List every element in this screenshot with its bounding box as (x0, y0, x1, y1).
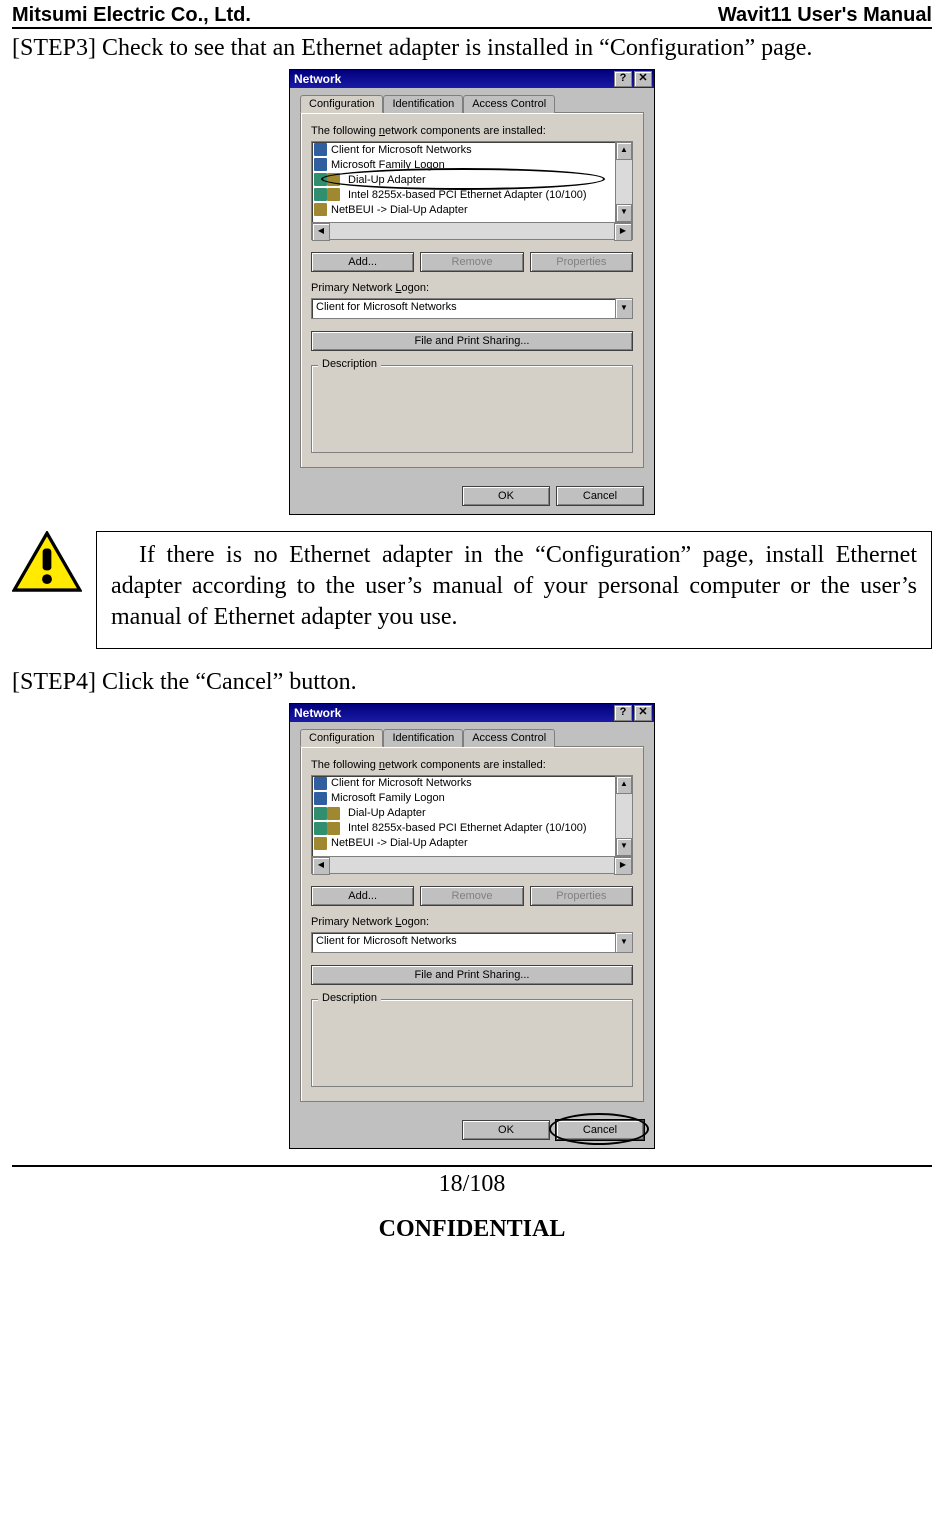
scroll-right-icon[interactable]: ▶ (614, 223, 632, 241)
dialog-title: Network (294, 72, 341, 86)
client-icon (314, 792, 327, 805)
list-item[interactable]: NetBEUI -> Dial-Up Adapter (312, 836, 615, 851)
scroll-down-icon[interactable]: ▼ (616, 838, 632, 856)
cancel-button[interactable]: Cancel (556, 486, 644, 506)
description-label: Description (318, 358, 381, 370)
note-box: If there is no Ethernet adapter in the “… (96, 531, 932, 649)
remove-button[interactable]: Remove (420, 886, 523, 906)
list-scrollbar[interactable]: ▲ ▼ (615, 776, 632, 856)
chevron-down-icon[interactable]: ▼ (615, 299, 632, 318)
list-scrollbar[interactable]: ▲ ▼ (615, 142, 632, 222)
client-icon (314, 143, 327, 156)
list-item[interactable]: Client for Microsoft Networks (312, 142, 615, 157)
primary-logon-combo[interactable]: Client for Microsoft Networks ▼ (311, 932, 633, 953)
network-dialog-2: Network ? ✕ Configuration Identification… (289, 703, 655, 1149)
logon-label: Primary Network Logon: (311, 282, 633, 294)
add-button[interactable]: Add... (311, 886, 414, 906)
properties-button[interactable]: Properties (530, 252, 633, 272)
components-label: The following network components are ins… (311, 125, 633, 137)
description-label: Description (318, 992, 381, 1004)
header-right: Wavit11 User's Manual (718, 4, 932, 27)
list-item[interactable]: Dial-Up Adapter (312, 806, 615, 821)
confidential-label: CONFIDENTIAL (12, 1216, 932, 1243)
list-item[interactable]: NetBEUI -> Dial-Up Adapter (312, 202, 615, 217)
scroll-down-icon[interactable]: ▼ (616, 204, 632, 222)
file-print-sharing-button[interactable]: File and Print Sharing... (311, 965, 633, 985)
list-item[interactable]: Client for Microsoft Networks (312, 776, 615, 791)
file-print-sharing-button[interactable]: File and Print Sharing... (311, 331, 633, 351)
dialog-titlebar[interactable]: Network ? ✕ (290, 704, 654, 722)
description-group: Description (311, 365, 633, 453)
adapter-icon (314, 822, 327, 835)
network-dialog-1: Network ? ✕ Configuration Identification… (289, 69, 655, 515)
primary-logon-value: Client for Microsoft Networks (312, 299, 615, 318)
description-group: Description (311, 999, 633, 1087)
remove-button[interactable]: Remove (420, 252, 523, 272)
chevron-down-icon[interactable]: ▼ (615, 933, 632, 952)
ok-button[interactable]: OK (462, 486, 550, 506)
scroll-left-icon[interactable]: ◀ (312, 223, 330, 241)
dialup-icon (327, 173, 340, 186)
close-button-icon[interactable]: ✕ (634, 71, 652, 87)
client-icon (314, 777, 327, 790)
scroll-up-icon[interactable]: ▲ (616, 142, 632, 160)
primary-logon-combo[interactable]: Client for Microsoft Networks ▼ (311, 298, 633, 319)
list-item[interactable]: Microsoft Family Logon (312, 791, 615, 806)
help-button-icon[interactable]: ? (614, 71, 632, 87)
nic-icon (327, 822, 340, 835)
ok-button[interactable]: OK (462, 1120, 550, 1140)
dialog-title: Network (294, 706, 341, 720)
tab-configuration[interactable]: Configuration (300, 729, 383, 747)
components-label: The following network components are ins… (311, 759, 633, 771)
list-item[interactable]: Dial-Up Adapter (312, 172, 615, 187)
dialog-titlebar[interactable]: Network ? ✕ (290, 70, 654, 88)
step3-para: [STEP3] Check to see that an Ethernet ad… (12, 33, 932, 63)
tab-identification[interactable]: Identification (383, 729, 463, 747)
step4-para: [STEP4] Click the “Cancel” button. (12, 667, 932, 697)
primary-logon-value: Client for Microsoft Networks (312, 933, 615, 952)
client-icon (314, 158, 327, 171)
list-hscroll[interactable]: ◀ ▶ (311, 857, 633, 874)
protocol-icon (314, 203, 327, 216)
tab-access-control[interactable]: Access Control (463, 729, 555, 747)
scroll-left-icon[interactable]: ◀ (312, 857, 330, 875)
adapter-icon (314, 173, 327, 186)
list-item[interactable]: Intel 8255x-based PCI Ethernet Adapter (… (312, 187, 615, 202)
nic-icon (327, 188, 340, 201)
scroll-right-icon[interactable]: ▶ (614, 857, 632, 875)
list-hscroll[interactable]: ◀ ▶ (311, 223, 633, 240)
adapter-icon (314, 188, 327, 201)
scroll-up-icon[interactable]: ▲ (616, 776, 632, 794)
cancel-button[interactable]: Cancel (556, 1120, 644, 1140)
note-text: If there is no Ethernet adapter in the “… (111, 540, 917, 634)
tab-identification[interactable]: Identification (383, 95, 463, 113)
adapter-icon (314, 807, 327, 820)
tab-configuration[interactable]: Configuration (300, 95, 383, 113)
close-button-icon[interactable]: ✕ (634, 705, 652, 721)
tab-access-control[interactable]: Access Control (463, 95, 555, 113)
add-button[interactable]: Add... (311, 252, 414, 272)
list-item[interactable]: Microsoft Family Logon (312, 157, 615, 172)
warning-icon (12, 531, 82, 592)
page-number: 18/108 (12, 1171, 932, 1198)
components-listbox[interactable]: Client for Microsoft Networks Microsoft … (311, 141, 633, 223)
logon-label: Primary Network Logon: (311, 916, 633, 928)
list-item[interactable]: Intel 8255x-based PCI Ethernet Adapter (… (312, 821, 615, 836)
header-left: Mitsumi Electric Co., Ltd. (12, 4, 251, 27)
protocol-icon (314, 837, 327, 850)
help-button-icon[interactable]: ? (614, 705, 632, 721)
components-listbox[interactable]: Client for Microsoft Networks Microsoft … (311, 775, 633, 857)
dialup-icon (327, 807, 340, 820)
properties-button[interactable]: Properties (530, 886, 633, 906)
